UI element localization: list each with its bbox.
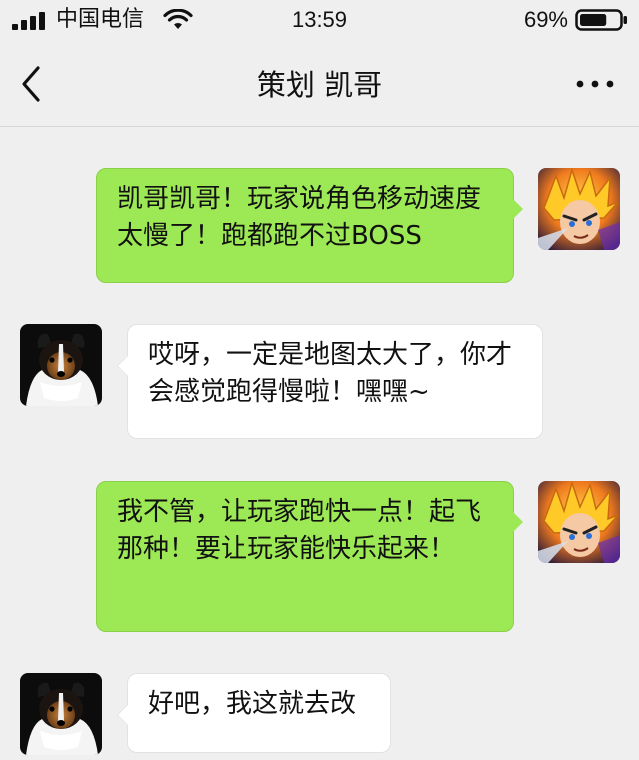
dog-avatar[interactable] <box>20 673 102 755</box>
message-text: 我不管，让玩家跑快一点！起飞那种！要让玩家能快乐起来！ <box>117 497 482 564</box>
battery-percent: 69% <box>523 7 568 32</box>
message-bubble-incoming[interactable]: 哎呀，一定是地图太大了，你才会感觉跑得慢啦！嘿嘿~ <box>117 324 543 439</box>
more-horizontal-icon[interactable] <box>575 72 615 96</box>
anime-hero-avatar[interactable] <box>538 481 620 563</box>
message-text: 好吧，我这就去改 <box>148 689 357 719</box>
chat-header: 策划 凯哥 <box>0 44 639 127</box>
message-bubble-incoming[interactable]: 好吧，我这就去改 <box>117 673 391 753</box>
message-text: 凯哥凯哥！玩家说角色移动速度太慢了！跑都跑不过BOSS <box>117 184 482 251</box>
chat-title: 策划 凯哥 <box>256 68 383 102</box>
message-text: 哎呀，一定是地图太大了，你才会感觉跑得慢啦！嘿嘿~ <box>148 340 513 407</box>
message-bubble-outgoing[interactable]: 凯哥凯哥！玩家说角色移动速度太慢了！跑都跑不过BOSS <box>96 168 523 283</box>
status-bar: 中国电信 13:59 69% <box>0 0 639 44</box>
dog-avatar[interactable] <box>20 324 102 406</box>
message-bubble-outgoing[interactable]: 我不管，让玩家跑快一点！起飞那种！要让玩家能快乐起来！ <box>96 481 523 632</box>
battery-icon <box>575 9 627 31</box>
anime-hero-avatar[interactable] <box>538 168 620 250</box>
